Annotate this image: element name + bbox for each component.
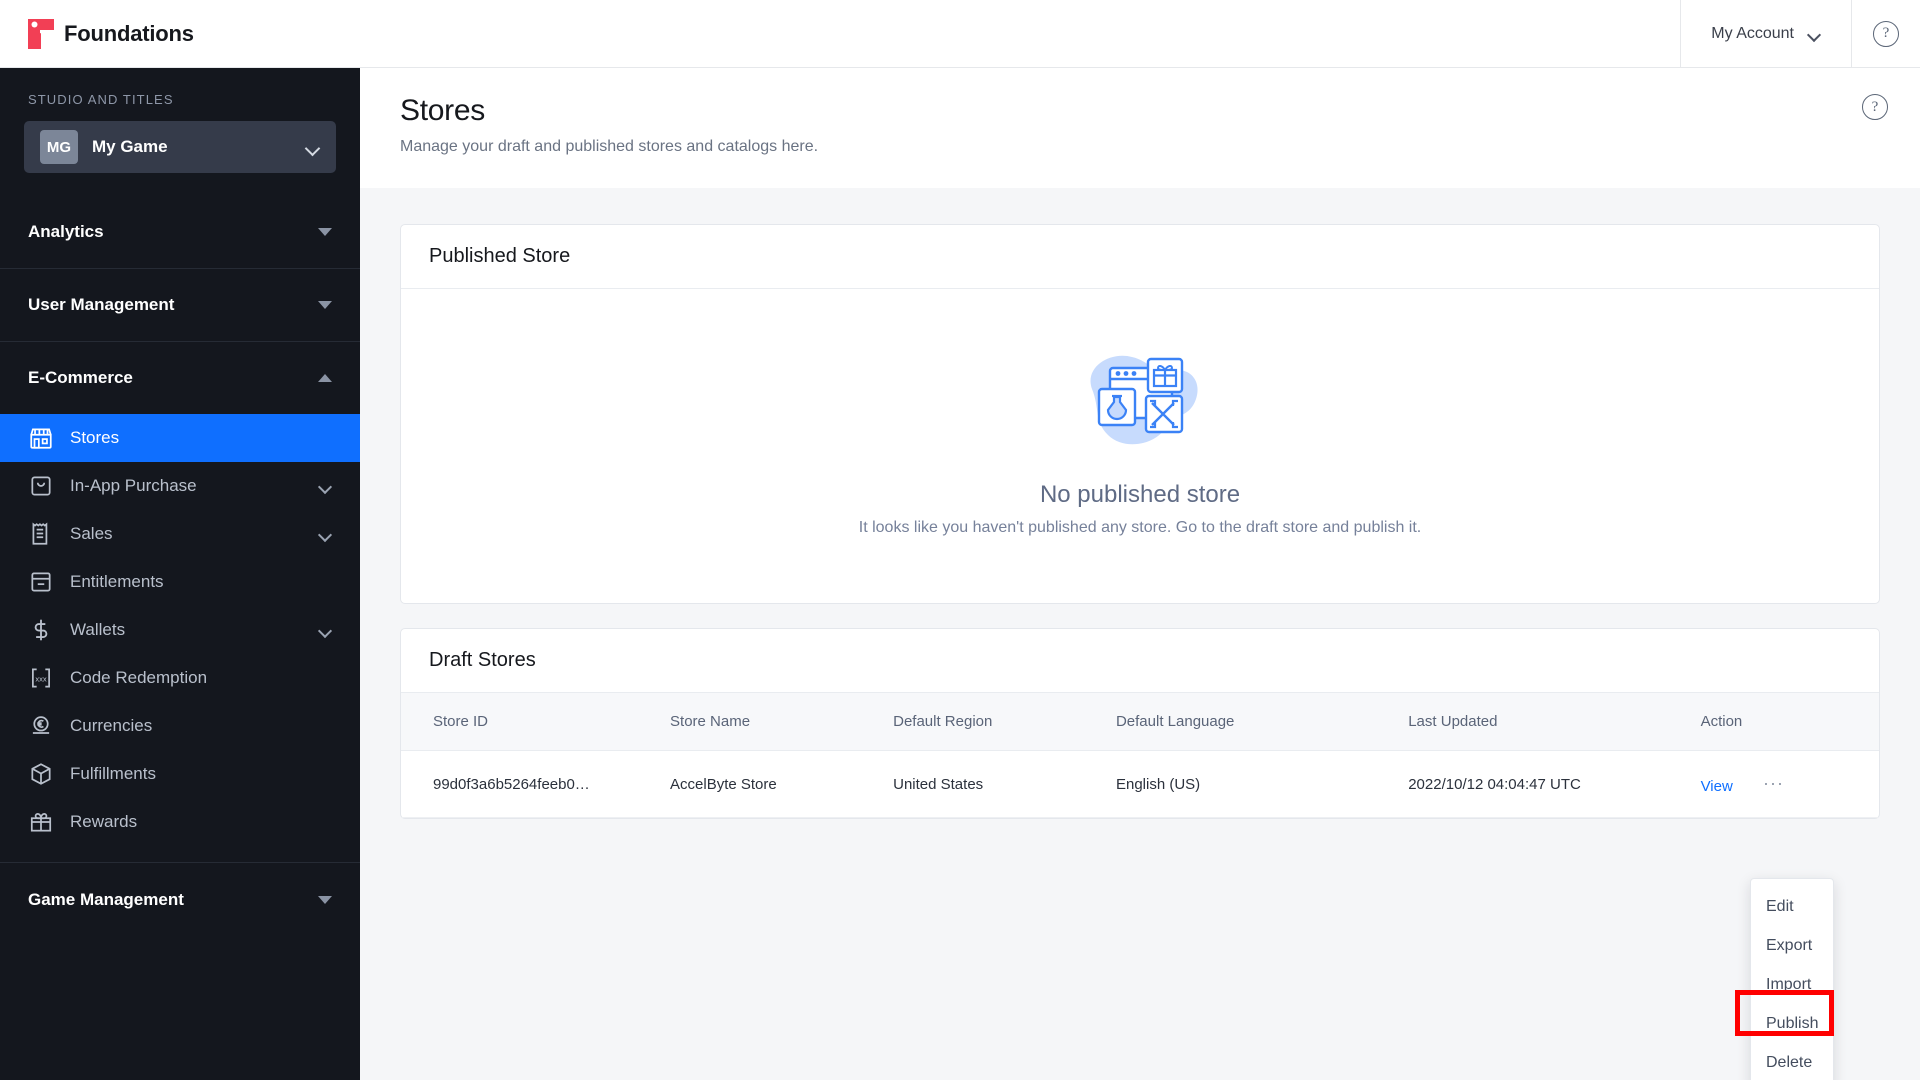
cell-action: View ··· — [1700, 750, 1879, 818]
column-header-last-updated[interactable]: Last Updated — [1408, 693, 1701, 751]
column-header-action: Action — [1700, 693, 1879, 751]
brand-logo[interactable]: Foundations — [0, 0, 194, 67]
column-header-store-id[interactable]: Store ID — [401, 693, 671, 751]
store-icon — [30, 428, 52, 449]
empty-state-title: No published store — [1039, 481, 1241, 508]
published-store-card-header: Published Store — [401, 225, 1879, 289]
column-header-default-language[interactable]: Default Language — [1115, 693, 1409, 751]
page-help-button[interactable]: ? — [1862, 94, 1888, 120]
published-store-card: Published Store No published store It lo… — [400, 224, 1880, 604]
context-menu-item-export[interactable]: Export — [1751, 926, 1833, 965]
cell-default-language: English (US) — [1115, 750, 1409, 818]
chevron-down-icon — [320, 530, 332, 538]
brand-name: Foundations — [64, 20, 194, 46]
my-account-button[interactable]: My Account — [1680, 0, 1852, 68]
page-subtitle: Manage your draft and published stores a… — [400, 138, 819, 155]
draft-stores-card: Draft Stores Store ID Store Name Default… — [400, 628, 1880, 819]
cell-default-region: United States — [893, 750, 1116, 818]
page-header: Stores Manage your draft and published s… — [360, 68, 1920, 188]
context-menu-item-edit[interactable]: Edit — [1751, 887, 1833, 926]
column-header-default-region[interactable]: Default Region — [893, 693, 1116, 751]
game-selector[interactable]: MG My Game — [24, 121, 336, 173]
sidebar-item-label: Rewards — [70, 812, 138, 831]
top-bar: Foundations My Account ? — [0, 0, 1920, 68]
help-circle-icon: ? — [1873, 20, 1899, 47]
sidebar-item-label: Wallets — [70, 620, 126, 639]
sidebar-section-ecommerce[interactable]: E-Commerce — [0, 341, 360, 414]
published-store-card-title: Published Store — [429, 245, 571, 267]
help-button[interactable]: ? — [1852, 0, 1920, 68]
caret-down-icon — [318, 301, 332, 309]
sidebar-item-label: Currencies — [70, 716, 153, 735]
sidebar-section-label: Game Management — [28, 889, 184, 909]
row-context-menu: Edit Export Import Publish Delete — [1750, 878, 1834, 1080]
sidebar-section-game-management[interactable]: Game Management — [0, 863, 360, 936]
help-circle-icon: ? — [1862, 94, 1888, 120]
cell-store-name: AccelByte Store — [670, 750, 894, 818]
context-menu-item-delete[interactable]: Delete — [1751, 1043, 1833, 1080]
caret-up-icon — [318, 374, 332, 382]
sidebar-section-user-management[interactable]: User Management — [0, 268, 360, 341]
context-menu-item-publish[interactable]: Publish — [1751, 1004, 1833, 1043]
coin-euro-icon — [32, 716, 50, 734]
sidebar-item-label: Entitlements — [70, 572, 164, 591]
sidebar-item-label: In-App Purchase — [70, 476, 197, 495]
studio-and-titles-label: STUDIO AND TITLES — [28, 92, 174, 107]
table-header: Store ID Store Name Default Region Defau… — [401, 693, 1879, 751]
sidebar-item-fulfillments[interactable]: Fulfillments — [0, 750, 360, 798]
sidebar-section-analytics[interactable]: Analytics — [0, 195, 360, 268]
entitlement-icon — [31, 572, 51, 592]
sidebar-item-code-redemption[interactable]: xxx Code Redemption — [0, 654, 360, 702]
empty-state-subtitle: It looks like you haven't published any … — [858, 519, 1422, 536]
game-name-label: My Game — [92, 137, 168, 156]
sidebar-section-label: E-Commerce — [28, 368, 133, 387]
sidebar: STUDIO AND TITLES MG My Game Analytics U… — [0, 68, 360, 1080]
shopping-bag-icon — [31, 476, 51, 496]
chevron-down-icon — [320, 626, 332, 634]
sidebar-item-stores[interactable]: Stores — [0, 414, 360, 462]
sidebar-item-label: Stores — [70, 428, 120, 447]
sidebar-item-sales[interactable]: Sales — [0, 510, 360, 558]
cell-store-id: 99d0f3a6b5264feeb0… — [401, 750, 671, 818]
table-header-row: Store ID Store Name Default Region Defau… — [401, 693, 1879, 751]
gift-icon — [30, 813, 52, 832]
sidebar-item-entitlements[interactable]: Entitlements — [0, 558, 360, 606]
table-body: 99d0f3a6b5264feeb0… AccelByte Store Unit… — [401, 750, 1879, 818]
table-row[interactable]: 99d0f3a6b5264feeb0… AccelByte Store Unit… — [401, 750, 1879, 818]
ellipsis-icon[interactable]: ··· — [1763, 773, 1784, 794]
code-brackets-icon: xxx — [32, 668, 50, 688]
receipt-icon — [32, 522, 48, 545]
empty-store-illustration — [1090, 355, 1198, 445]
svg-text:xxx: xxx — [35, 674, 47, 683]
sidebar-item-wallets[interactable]: Wallets — [0, 606, 360, 654]
chevron-down-icon — [320, 482, 332, 490]
cell-last-updated: 2022/10/12 04:04:47 UTC — [1408, 750, 1701, 818]
caret-down-icon — [318, 228, 332, 236]
main-content: Stores Manage your draft and published s… — [360, 68, 1920, 1080]
draft-stores-card-header: Draft Stores — [401, 629, 1879, 693]
sidebar-item-currencies[interactable]: Currencies — [0, 702, 360, 750]
published-store-empty-state: No published store It looks like you hav… — [401, 289, 1879, 603]
chevron-down-icon — [1808, 30, 1821, 38]
dollar-icon — [34, 619, 48, 641]
sidebar-item-in-app-purchase[interactable]: In-App Purchase — [0, 462, 360, 510]
foundations-logo-icon — [28, 18, 54, 49]
sidebar-item-rewards[interactable]: Rewards — [0, 798, 360, 846]
caret-down-icon — [318, 895, 332, 904]
context-menu-item-import[interactable]: Import — [1751, 965, 1833, 1004]
sidebar-item-label: Code Redemption — [70, 668, 208, 687]
my-account-label: My Account — [1711, 24, 1794, 42]
chevron-down-icon — [306, 143, 320, 152]
draft-stores-card-title: Draft Stores — [429, 649, 536, 671]
sidebar-section-label: Analytics — [28, 222, 104, 241]
draft-stores-table: Store ID Store Name Default Region Defau… — [401, 693, 1879, 818]
box-icon — [31, 763, 51, 785]
sidebar-item-label: Fulfillments — [70, 764, 156, 783]
page-title: Stores — [400, 94, 485, 127]
sidebar-section-label: User Management — [28, 295, 175, 314]
sidebar-item-label: Sales — [70, 524, 113, 543]
game-initials-avatar: MG — [40, 130, 78, 164]
column-header-store-name[interactable]: Store Name — [670, 693, 894, 751]
view-link[interactable]: View — [1701, 778, 1733, 795]
